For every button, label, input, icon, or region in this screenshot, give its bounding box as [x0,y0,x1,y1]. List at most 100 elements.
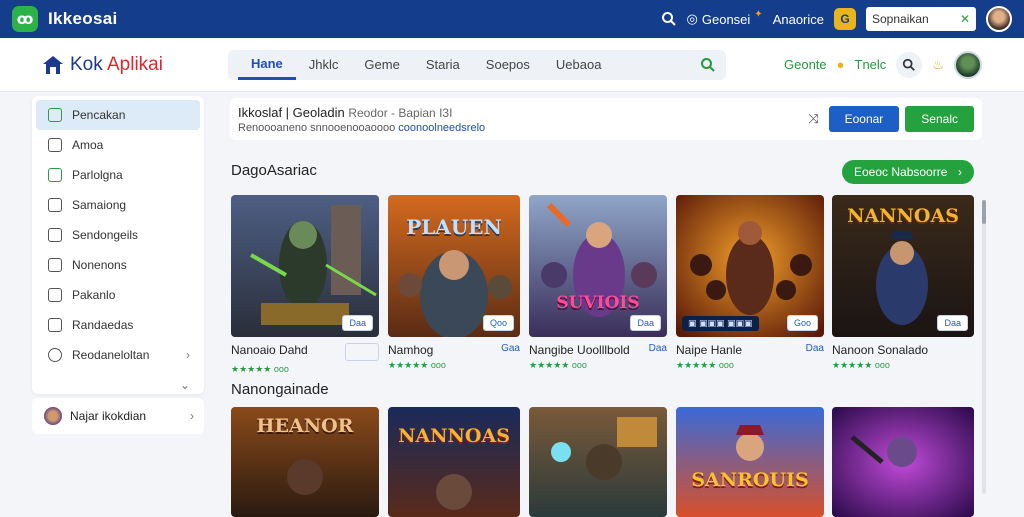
primary-button[interactable]: Eoonar [828,106,900,132]
game-card[interactable]: SUVIOIS Daa Nangibe Uoolllbold Daa ★★★★★ … [529,195,667,371]
site-logo[interactable]: Kok Aplikai [42,54,222,76]
rating: ★★★★★ ooo [832,360,890,370]
shield-icon [48,348,62,362]
rating: ★★★★★ ooo [676,360,734,370]
game-card-2[interactable]: SANROUIS [676,407,824,517]
price-badge[interactable]: Daa [630,315,661,331]
game-card[interactable]: Daa Nanoaio Dahd ★★★★★ ooo [231,195,379,375]
game-card-2[interactable]: HEANOR [231,407,379,517]
sidebar-item-4[interactable]: Samaiong [36,190,200,220]
notification-flame-icon: ✦ [754,8,763,20]
avatar [44,407,62,425]
coin-icon[interactable]: G [834,8,856,30]
puzzle-icon [48,198,62,212]
game-title: Nangibe Uoolllbold [529,343,630,357]
tab-6[interactable]: Uebaoa [543,50,615,80]
site-title-b: Aplikai [106,53,163,75]
sidebar-item-9[interactable]: Reodaneloltan › [36,340,200,370]
toolbar-desc: Renoooaneno snnooenooaoooo [238,121,396,134]
sidebar-profile[interactable]: Najar ikokdian › [32,398,204,434]
sidebar-item-2[interactable]: Amoa [36,130,200,160]
game-card-2[interactable] [529,407,667,517]
chevron-right-icon: › [186,348,190,362]
sidebar-item-1[interactable]: Pencakan [36,100,200,130]
game-title: Naipe Hanle [676,343,743,357]
sidebar: Pencakan Amoa Parlolgna Samaiong Sendong… [32,96,204,394]
sidebar-item-5[interactable]: Sendongeils [36,220,200,250]
sidebar-item-6[interactable]: Nonenons [36,250,200,280]
avatar[interactable] [953,50,982,79]
game-cover: PLAUEN Qoo [388,195,520,337]
section-title-1: DagoAsariac [231,162,317,179]
coin-icon: ● [836,57,845,72]
nav-tabs: Hane Jhklc Geme Staria Soepos Uebaoa [228,49,726,80]
game-title: Namhog [388,343,434,357]
info-toolbar: Ikkoslaf | Geoladin Reodor - Bapian I3I … [230,98,982,140]
caption-badge: ▣ ▣▣▣ ▣▣▣ [682,316,759,331]
chat-icon [48,168,62,182]
shuffle-icon[interactable]: ⤨ [808,111,818,127]
site-title-a: Kok [70,53,107,75]
chevron-down-icon: ⌄ [179,378,190,392]
price-badge[interactable]: Goo [786,315,818,331]
game-tag: Daa [648,343,667,354]
sidebar-item-3[interactable]: Parlolgna [36,160,200,190]
top-link-2[interactable]: Anaorice [773,12,824,27]
check-icon [48,288,62,302]
game-title: Nanoaio Dahd [231,343,308,357]
secondary-button[interactable]: Senalc [905,106,974,132]
section-title-2: Nanongainade [231,381,329,398]
tab-4[interactable]: Staria [413,50,473,80]
game-card[interactable]: ▣ ▣▣▣ ▣▣▣ Goo Naipe Hanle Daa ★★★★★ ooo [676,195,824,371]
rating: ★★★★★ ooo [388,360,446,370]
game-cover: SUVIOIS Daa [529,195,667,337]
game-tag [345,343,379,361]
tab-3[interactable]: Geme [351,50,412,80]
top-search-input[interactable]: Sopnaikan ✕ [866,7,976,31]
game-card-2[interactable]: NANNOAS [388,407,520,517]
game-cover: ▣ ▣▣▣ ▣▣▣ Goo [676,195,824,337]
search-icon[interactable] [661,11,677,27]
brand-name: Ikkeosai [48,9,118,28]
sidebar-item-8[interactable]: Randaedas [36,310,200,340]
download-icon [48,108,62,122]
tab-5[interactable]: Soepos [473,50,543,80]
edit-icon [48,318,62,332]
rating: ★★★★★ ooo [231,364,289,374]
toolbar-link[interactable]: coonoolneedsrelo [398,122,485,134]
nav-link-games[interactable]: Geonte [784,57,827,72]
top-link-1[interactable]: ◎ Geonsei ✦ [686,8,763,27]
game-cover: Daa [231,195,379,337]
sidebar-expand[interactable]: ⌄ [36,370,200,400]
rating: ★★★★★ ooo [529,360,587,370]
chevron-right-icon: › [958,165,962,179]
game-tag: Daa [805,343,824,354]
home-icon [43,55,63,74]
tab-2[interactable]: Jhklc [296,50,352,80]
game-card[interactable]: PLAUEN Qoo Namhog Gaa ★★★★★ ooo [388,195,520,371]
app-logo-icon[interactable]: ꝏ [12,6,38,32]
price-badge[interactable]: Daa [342,315,373,331]
tab-home[interactable]: Hane [238,50,296,80]
sidebar-item-7[interactable]: Pakanlo [36,280,200,310]
price-badge[interactable]: Qoo [482,315,514,331]
search-icon[interactable] [896,51,923,78]
gear-icon [48,228,62,242]
bell-icon [48,258,62,272]
nav-bar: Kok Aplikai Hane Jhklc Geme Staria Soepo… [0,38,1024,92]
top-bar: ꝏ Ikkeosai ◎ Geonsei ✦ Anaorice G Sopnai… [0,0,1024,38]
close-icon[interactable]: ✕ [960,12,970,26]
price-badge[interactable]: Daa [937,315,968,331]
scrollbar-thumb[interactable] [982,200,986,224]
search-icon[interactable] [700,57,716,73]
game-card[interactable]: NANNOAS Daa Nanoon Sonalado ★★★★★ ooo [832,195,974,371]
notification-icon[interactable]: ♨ [932,57,944,73]
toolbar-title: Ikkoslaf | Geoladin [238,104,345,120]
scrollbar[interactable] [982,200,986,494]
game-card-2[interactable] [832,407,974,517]
nav-link-trial[interactable]: Tnelc [855,57,887,72]
game-tag: Gaa [501,343,520,354]
avatar[interactable] [986,6,1012,32]
see-all-button[interactable]: Eoeoc Nabsoorre › [842,160,974,184]
user-circle-icon: ◎ [686,11,698,26]
